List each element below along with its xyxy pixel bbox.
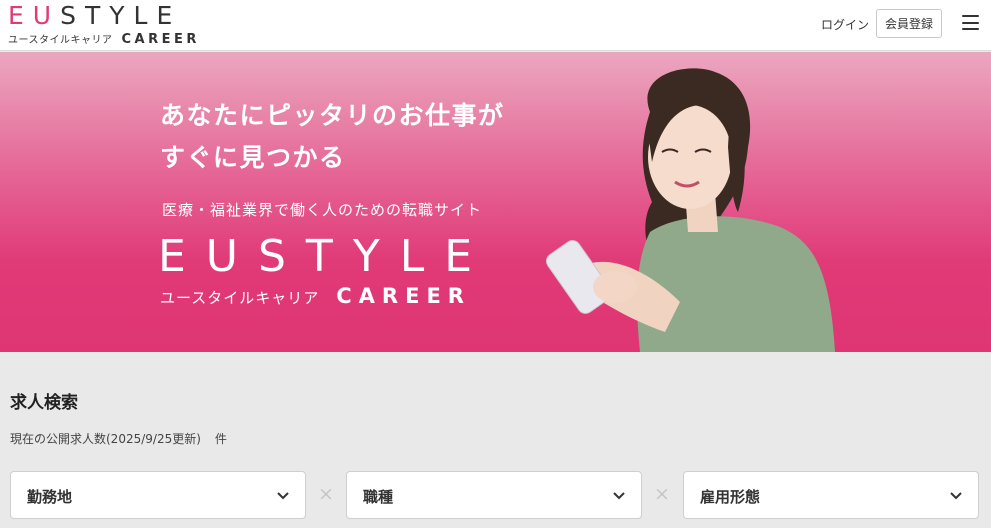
site-logo[interactable]: EUSTYLE ユースタイルキャリア CAREER — [8, 1, 200, 48]
hero-banner: あなたにピッタリのお仕事が すぐに見つかる 医療・福祉業界で働く人のための転職サ… — [0, 52, 991, 352]
hero-tagline: 医療・福祉業界で働く人のための転職サイト — [162, 201, 483, 219]
site-header: EUSTYLE ユースタイルキャリア CAREER ログイン 会員登録 — [0, 0, 991, 51]
chevron-down-icon — [277, 492, 289, 500]
separator-times: × — [318, 483, 334, 505]
logo-subtitle: ユースタイルキャリア CAREER — [8, 32, 200, 47]
hero-headline: あなたにピッタリのお仕事が すぐに見つかる — [160, 101, 505, 172]
chevron-down-icon — [613, 492, 625, 500]
hero-woman-photo — [546, 68, 835, 352]
hero-logo-subtitle: ユースタイルキャリア CAREER — [160, 284, 471, 308]
chevron-down-icon — [950, 492, 962, 500]
register-button[interactable]: 会員登録 — [876, 9, 942, 38]
job-count: 現在の公開求人数(2025/9/25更新) 件 — [10, 432, 227, 446]
login-link[interactable]: ログイン — [821, 16, 869, 33]
employment-type-select[interactable]: 雇用形態 — [683, 471, 979, 519]
logo-wordmark: EUSTYLE — [8, 1, 182, 30]
job-type-select[interactable]: 職種 — [346, 471, 642, 519]
search-title: 求人検索 — [10, 393, 78, 413]
separator-times: × — [654, 483, 670, 505]
hero-logo-wordmark: EUSTYLE — [158, 231, 493, 282]
hamburger-icon[interactable] — [962, 15, 979, 30]
location-select[interactable]: 勤務地 — [10, 471, 306, 519]
